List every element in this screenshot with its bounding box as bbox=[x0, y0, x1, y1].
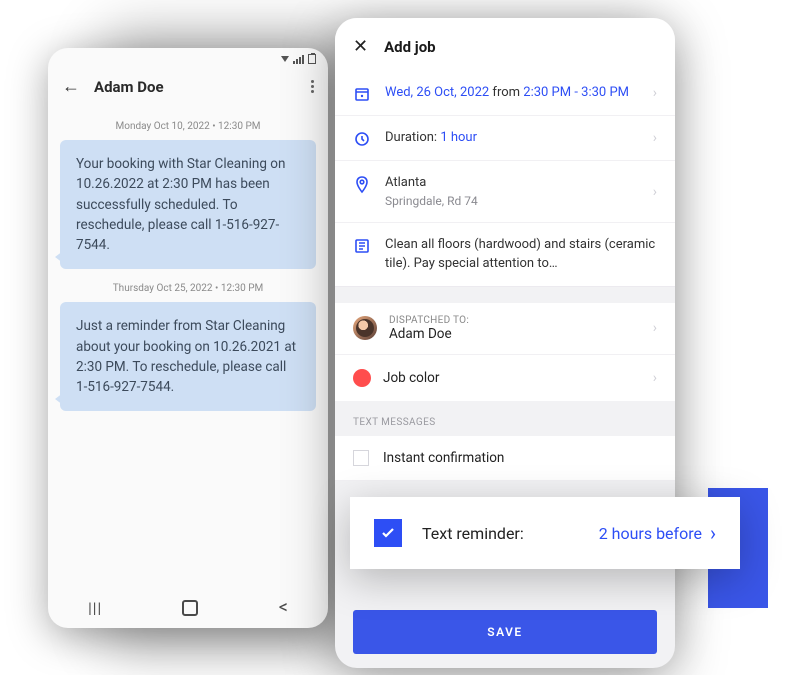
instant-confirmation-row[interactable]: Instant confirmation bbox=[335, 436, 675, 481]
screen-header: ✕ Add job bbox=[335, 18, 675, 71]
location-city: Atlanta bbox=[385, 174, 639, 192]
nav-home-icon[interactable] bbox=[182, 600, 198, 616]
save-button[interactable]: SAVE bbox=[353, 610, 657, 654]
location-row[interactable]: Atlanta Springdale, Rd 74 › bbox=[335, 161, 675, 223]
android-nav-bar: ||| < bbox=[48, 583, 328, 628]
text-messages-section-label: TEXT MESSAGES bbox=[335, 401, 675, 436]
page-title: Add job bbox=[384, 38, 436, 56]
message-bubble: Just a reminder from Star Cleaning about… bbox=[60, 302, 316, 411]
color-swatch bbox=[353, 369, 371, 387]
message-timestamp: Monday Oct 10, 2022 • 12:30 PM bbox=[60, 121, 316, 132]
text-reminder-label: Text reminder: bbox=[422, 524, 579, 543]
status-bar bbox=[48, 48, 328, 66]
nav-recents-icon[interactable]: ||| bbox=[88, 599, 102, 617]
location-pin-icon bbox=[353, 174, 371, 194]
notes-icon bbox=[353, 236, 371, 254]
avatar bbox=[353, 316, 377, 340]
duration-row[interactable]: Duration: 1 hour › bbox=[335, 116, 675, 161]
job-color-label: Job color bbox=[383, 370, 641, 386]
datetime-row[interactable]: Wed, 26 Oct, 2022 from 2:30 PM - 3:30 PM… bbox=[335, 71, 675, 116]
job-time: 2:30 PM - 3:30 PM bbox=[523, 85, 629, 100]
chevron-right-icon: › bbox=[710, 521, 716, 545]
dispatched-name: Adam Doe bbox=[389, 326, 641, 342]
checkbox-unchecked[interactable] bbox=[353, 450, 369, 466]
add-job-screen: ✕ Add job Wed, 26 Oct, 2022 from 2:30 PM… bbox=[335, 18, 675, 668]
wifi-icon bbox=[281, 56, 289, 62]
dispatched-label: DISPATCHED TO: bbox=[389, 315, 641, 326]
job-date: Wed, 26 Oct, 2022 bbox=[385, 85, 489, 100]
chevron-right-icon: › bbox=[653, 320, 657, 336]
signal-icon bbox=[293, 55, 304, 64]
calendar-icon bbox=[353, 84, 371, 102]
chevron-right-icon: › bbox=[653, 130, 657, 146]
close-icon[interactable]: ✕ bbox=[353, 36, 368, 57]
instant-confirmation-label: Instant confirmation bbox=[383, 450, 504, 466]
text-reminder-card[interactable]: Text reminder: 2 hours before › bbox=[350, 497, 740, 569]
location-address: Springdale, Rd 74 bbox=[385, 193, 639, 210]
clock-icon bbox=[353, 129, 371, 147]
duration-value: 1 hour bbox=[440, 130, 477, 145]
chevron-right-icon: › bbox=[653, 184, 657, 200]
message-bubble: Your booking with Star Cleaning on 10.26… bbox=[60, 140, 316, 269]
contact-name: Adam Doe bbox=[94, 78, 297, 96]
dispatched-to-row[interactable]: DISPATCHED TO: Adam Doe › bbox=[335, 303, 675, 355]
back-arrow-icon[interactable]: ← bbox=[62, 76, 80, 97]
chevron-right-icon: › bbox=[653, 370, 657, 386]
checkbox-checked[interactable] bbox=[374, 519, 402, 547]
battery-icon bbox=[308, 54, 316, 64]
messaging-app: ← Adam Doe Monday Oct 10, 2022 • 12:30 P… bbox=[48, 48, 328, 628]
nav-back-icon[interactable]: < bbox=[279, 597, 288, 618]
text-reminder-value[interactable]: 2 hours before › bbox=[599, 521, 716, 545]
notes-row[interactable]: Clean all floors (hardwood) and stairs (… bbox=[335, 223, 675, 285]
job-color-row[interactable]: Job color › bbox=[335, 355, 675, 401]
chevron-right-icon: › bbox=[653, 85, 657, 101]
message-timestamp: Thursday Oct 25, 2022 • 12:30 PM bbox=[60, 283, 316, 294]
job-notes: Clean all floors (hardwood) and stairs (… bbox=[385, 236, 657, 272]
chat-body: Monday Oct 10, 2022 • 12:30 PM Your book… bbox=[48, 107, 328, 583]
more-options-icon[interactable] bbox=[311, 80, 314, 93]
chat-header: ← Adam Doe bbox=[48, 66, 328, 107]
